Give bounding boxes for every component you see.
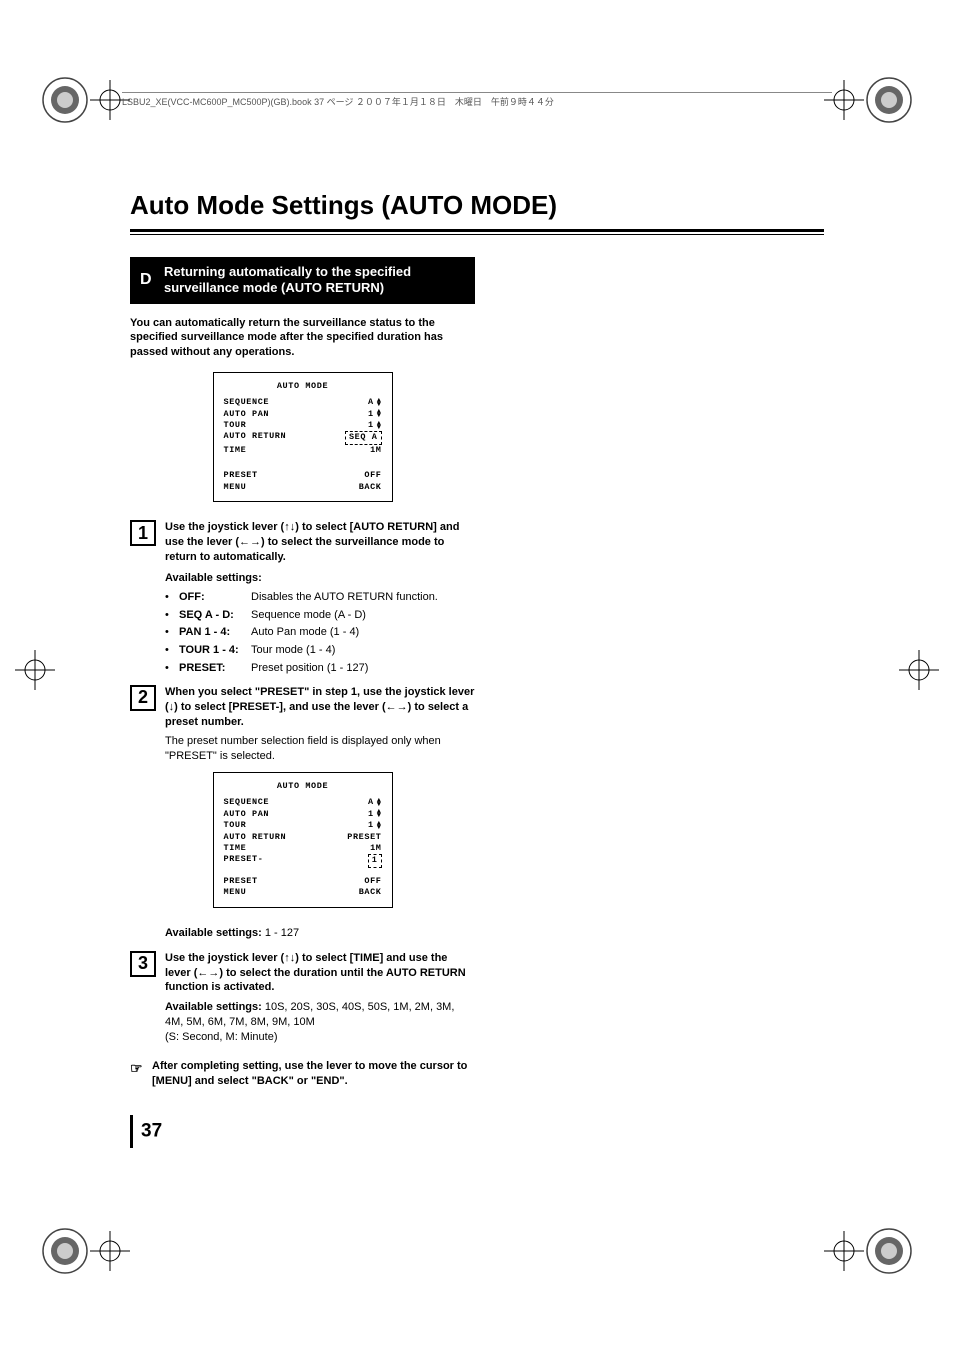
registration-mark-icon: [865, 76, 913, 124]
crosshair-icon: [899, 650, 939, 690]
osd-display-2: AUTO MODE SEQUENCEA▲▼AUTO PAN1▲▼TOUR1▲▼A…: [213, 772, 393, 908]
osd-title: AUTO MODE: [224, 781, 382, 791]
step-number-box: 3: [130, 951, 156, 977]
osd-row: AUTO PAN1▲▼: [224, 809, 382, 820]
header-line: LSBU2_XE(VCC-MC600P_MC500P)(GB).book 37 …: [122, 92, 832, 108]
step-2: 2 When you select "PRESET" in step 1, us…: [130, 685, 475, 764]
section-banner: D Returning automatically to the specifi…: [130, 257, 475, 304]
osd-row: AUTO RETURNSEQ A: [224, 431, 382, 444]
crosshair-icon: [90, 1231, 130, 1271]
osd-row: PRESETOFF: [224, 876, 382, 887]
section-letter: D: [140, 270, 152, 290]
title-rule: [130, 229, 824, 232]
available-settings-label: Available settings:: [165, 1001, 262, 1013]
setting-row: •OFF:Disables the AUTO RETURN function.: [165, 590, 475, 605]
registration-mark-icon: [865, 1227, 913, 1275]
osd-row: TOUR1▲▼: [224, 420, 382, 431]
available-settings-value: 1 - 127: [265, 927, 299, 939]
intro-text: You can automatically return the surveil…: [130, 316, 475, 361]
setting-row: •TOUR 1 - 4:Tour mode (1 - 4): [165, 643, 475, 658]
osd-row: PRESETOFF: [224, 470, 382, 481]
crosshair-icon: [15, 650, 55, 690]
registration-mark-icon: [41, 1227, 89, 1275]
step-1-head: Use the joystick lever (↑↓) to select [A…: [165, 520, 475, 565]
step-number-box: 2: [130, 685, 156, 711]
available-settings-label: Available settings:: [165, 927, 262, 939]
page-title: Auto Mode Settings (AUTO MODE): [130, 190, 824, 221]
osd-row: TIME1M: [224, 843, 382, 854]
registration-mark-icon: [41, 76, 89, 124]
completion-note: ☞ After completing setting, use the leve…: [130, 1059, 475, 1089]
step-3-head: Use the joystick lever (↑↓) to select [T…: [165, 951, 475, 996]
osd-row: SEQUENCEA▲▼: [224, 797, 382, 808]
osd-display-1: AUTO MODE SEQUENCEA▲▼AUTO PAN1▲▼TOUR1▲▼A…: [213, 372, 393, 502]
step-3: 3 Use the joystick lever (↑↓) to select …: [130, 951, 475, 1045]
page-number: 37: [130, 1115, 162, 1148]
step-1: 1 Use the joystick lever (↑↓) to select …: [130, 520, 475, 679]
step-2-settings: Available settings: 1 - 127: [165, 926, 475, 941]
osd-row: MENUBACK: [224, 482, 382, 493]
step-2-body: The preset number selection field is dis…: [165, 734, 475, 764]
note-text: After completing setting, use the lever …: [152, 1060, 467, 1087]
step-2-head: When you select "PRESET" in step 1, use …: [165, 685, 475, 730]
setting-row: •SEQ A - D:Sequence mode (A - D): [165, 608, 475, 623]
section-title: Returning automatically to the specified…: [164, 264, 411, 295]
crosshair-icon: [824, 1231, 864, 1271]
osd-row: AUTO RETURNPRESET: [224, 832, 382, 843]
osd-row: SEQUENCEA▲▼: [224, 397, 382, 408]
osd-row: PRESET-1: [224, 854, 382, 867]
osd-row: TOUR1▲▼: [224, 820, 382, 831]
pointer-icon: ☞: [130, 1059, 143, 1078]
osd-row: TIME1M: [224, 445, 382, 456]
setting-row: •PAN 1 - 4:Auto Pan mode (1 - 4): [165, 625, 475, 640]
available-settings-label: Available settings:: [165, 571, 475, 586]
osd-row: MENUBACK: [224, 887, 382, 898]
osd-title: AUTO MODE: [224, 381, 382, 391]
osd-row: AUTO PAN1▲▼: [224, 409, 382, 420]
title-rule-thin: [130, 234, 824, 235]
step-number-box: 1: [130, 520, 156, 546]
setting-row: •PRESET:Preset position (1 - 127): [165, 661, 475, 676]
